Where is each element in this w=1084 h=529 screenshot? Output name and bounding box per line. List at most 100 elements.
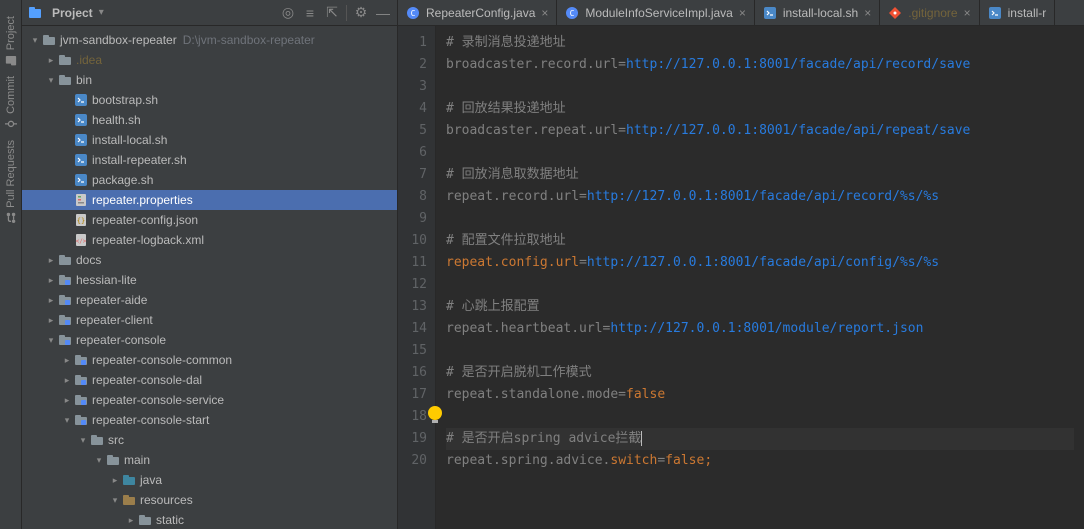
code-line[interactable] [446,274,1074,296]
tree-row[interactable]: ▸hessian-lite [22,270,397,290]
tree-row[interactable]: ▾jvm-sandbox-repeaterD:\jvm-sandbox-repe… [22,30,397,50]
close-icon[interactable]: × [864,6,871,20]
chevron-right-icon[interactable]: ▸ [44,255,58,266]
tree-row[interactable]: ▸repeater-console-service [22,390,397,410]
chevron-right-icon[interactable]: ▸ [108,475,122,486]
code-line[interactable] [446,406,1074,428]
editor-tab[interactable]: install-r [980,0,1056,25]
editor-tab[interactable]: CRepeaterConfig.java× [398,0,557,25]
target-icon[interactable]: ◎ [280,5,296,21]
code-editor[interactable]: 1234567891011121314151617181920 # 录制消息投递… [398,26,1084,529]
code-line[interactable] [446,208,1074,230]
tree-label: java [140,473,162,487]
tree-row[interactable]: ▾bin [22,70,397,90]
tree-row[interactable]: </>repeater-logback.xml [22,230,397,250]
chevron-right-icon[interactable]: ▸ [124,515,138,526]
project-tool-header: Project ▾ ◎ ≡ ⇱ ⚙ — [22,0,398,25]
code-line[interactable] [446,76,1074,98]
tree-row[interactable]: ▸static [22,510,397,529]
project-tool-label[interactable]: Project [52,6,93,20]
hide-icon[interactable]: — [375,5,391,21]
project-tree[interactable]: ▾jvm-sandbox-repeaterD:\jvm-sandbox-repe… [22,26,398,529]
lightbulb-icon[interactable] [428,406,442,420]
tree-row[interactable]: ▾main [22,450,397,470]
chevron-right-icon[interactable]: ▸ [60,395,74,406]
module-icon [58,333,72,347]
chevron-right-icon[interactable]: ▸ [44,275,58,286]
code-line[interactable] [446,142,1074,164]
tree-row[interactable]: ▾repeater-console [22,330,397,350]
editor-gutter: 1234567891011121314151617181920 [398,26,436,529]
code-line[interactable]: # 心跳上报配置 [446,296,1074,318]
chevron-right-icon[interactable]: ▸ [44,55,58,66]
tree-row[interactable]: repeater.properties [22,190,397,210]
chevron-down-icon[interactable]: ▾ [76,435,90,446]
chevron-down-icon[interactable]: ▾ [44,75,58,86]
editor-tab[interactable]: install-local.sh × [755,0,880,25]
chevron-down-icon[interactable]: ▾ [92,455,106,466]
java-icon: C [406,6,420,20]
editor-tab[interactable]: CModuleInfoServiceImpl.java× [557,0,754,25]
close-icon[interactable]: × [739,6,746,20]
tab-label: install-local.sh [783,6,858,20]
tree-row[interactable]: ▸repeater-aide [22,290,397,310]
code-line[interactable]: # 录制消息投递地址 [446,32,1074,54]
tree-row[interactable]: bootstrap.sh [22,90,397,110]
rail-button-commit[interactable]: Commit [5,76,17,130]
svg-text:C: C [411,9,416,18]
code-line[interactable]: repeat.config.url=http://127.0.0.1:8001/… [446,252,1074,274]
chevron-down-icon[interactable]: ▾ [60,415,74,426]
folder-dim-icon [58,53,72,67]
chevron-down-icon[interactable]: ▾ [44,335,58,346]
tree-row[interactable]: ▸ java [22,470,397,490]
chevron-down-icon[interactable]: ▾ [108,495,122,506]
tree-row[interactable]: ▾resources [22,490,397,510]
code-line[interactable] [446,340,1074,362]
tree-label: repeater-client [76,313,153,327]
code-line[interactable]: # 配置文件拉取地址 [446,230,1074,252]
tree-row[interactable]: install-local.sh [22,130,397,150]
tree-row[interactable]: ▾src [22,430,397,450]
code-line[interactable]: # 是否开启spring advice拦截 [446,428,1074,450]
chevron-right-icon[interactable]: ▸ [60,375,74,386]
tree-row[interactable]: {}repeater-config.json [22,210,397,230]
tree-row[interactable]: package.sh [22,170,397,190]
chevron-down-icon[interactable]: ▾ [28,35,42,46]
code-line[interactable]: # 回放消息取数据地址 [446,164,1074,186]
code-line[interactable]: repeat.standalone.mode=false [446,384,1074,406]
rail-label-text: Pull Requests [5,140,17,208]
editor-code[interactable]: # 录制消息投递地址broadcaster.record.url=http://… [436,26,1084,529]
tree-row[interactable]: ▸repeater-console-dal [22,370,397,390]
close-icon[interactable]: × [541,6,548,20]
chevron-right-icon[interactable]: ▸ [60,355,74,366]
code-line[interactable]: broadcaster.record.url=http://127.0.0.1:… [446,54,1074,76]
tab-label: install-r [1008,6,1047,20]
tree-row[interactable]: install-repeater.sh [22,150,397,170]
close-icon[interactable]: × [964,6,971,20]
code-line[interactable]: # 回放结果投递地址 [446,98,1074,120]
expand-all-icon[interactable]: ≡ [302,5,318,21]
module-icon [58,273,72,287]
chevron-down-icon[interactable]: ▾ [99,7,104,18]
collapse-all-icon[interactable]: ⇱ [324,5,340,21]
tree-row[interactable]: ▸repeater-console-common [22,350,397,370]
code-line[interactable]: # 是否开启脱机工作模式 [446,362,1074,384]
code-line[interactable]: repeat.record.url=http://127.0.0.1:8001/… [446,186,1074,208]
chevron-right-icon[interactable]: ▸ [44,295,58,306]
tree-row[interactable]: ▸ repeater-client [22,310,397,330]
code-line[interactable]: repeat.spring.advice.switch=false; [446,450,1074,472]
tree-row[interactable]: ▾repeater-console-start [22,410,397,430]
chevron-right-icon[interactable]: ▸ [44,315,58,326]
code-token: repeat.config.url [446,255,579,270]
code-line[interactable]: broadcaster.repeat.url=http://127.0.0.1:… [446,120,1074,142]
tree-row[interactable]: health.sh [22,110,397,130]
tree-row[interactable]: ▸docs [22,250,397,270]
code-token: false [626,387,665,402]
tree-row[interactable]: ▸.idea [22,50,397,70]
code-line[interactable]: repeat.heartbeat.url=http://127.0.0.1:80… [446,318,1074,340]
rail-button-project[interactable]: Project [5,16,17,66]
editor-tab[interactable]: .gitignore× [880,0,979,25]
rail-button-pull-requests[interactable]: Pull Requests [5,140,17,224]
settings-icon[interactable]: ⚙ [353,5,369,21]
module-icon [58,313,72,327]
